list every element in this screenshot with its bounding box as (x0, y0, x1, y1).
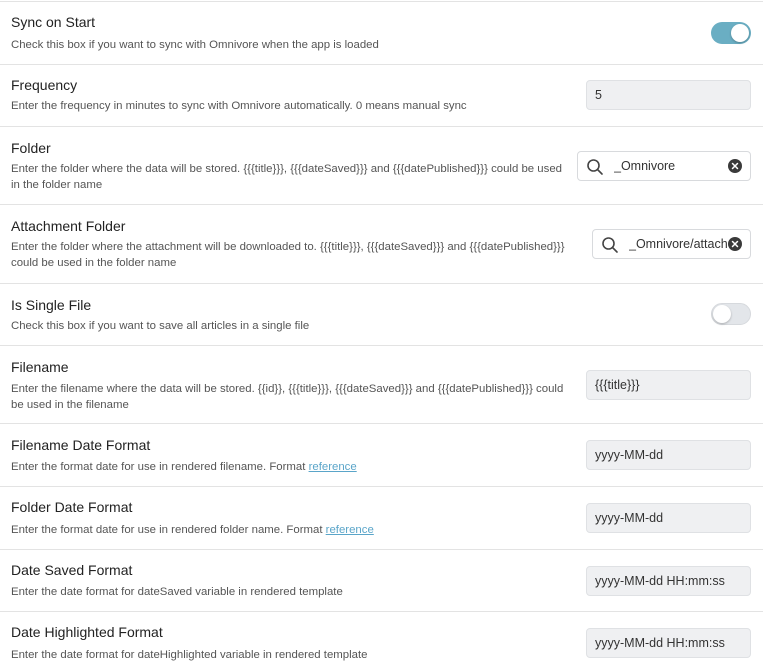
sync-on-start-toggle[interactable] (711, 22, 751, 44)
setting-filename-date-format: Filename Date Format Enter the format da… (0, 424, 763, 487)
settings-panel: Sync on Start Check this box if you want… (0, 0, 763, 671)
setting-sync-on-start: Sync on Start Check this box if you want… (0, 2, 763, 65)
setting-name: Folder Date Format (11, 499, 133, 515)
setting-name: Attachment Folder (11, 218, 126, 234)
reference-link[interactable]: reference (309, 461, 357, 473)
search-icon (602, 237, 618, 253)
setting-description: Enter the folder where the data will be … (11, 163, 562, 191)
setting-description: Enter the format date for use in rendere… (11, 459, 566, 475)
setting-frequency: Frequency Enter the frequency in minutes… (0, 65, 763, 127)
setting-description: Enter the date format for dateHighlighte… (11, 649, 368, 661)
filename-date-format-input[interactable]: yyyy-MM-dd (586, 440, 751, 470)
setting-folder: Folder Enter the folder where the data w… (0, 127, 763, 205)
setting-description: Check this box if you want to save all a… (11, 320, 310, 332)
setting-description: Enter the frequency in minutes to sync w… (11, 100, 467, 112)
folder-date-format-input[interactable]: yyyy-MM-dd (586, 503, 751, 533)
date-saved-format-input[interactable]: yyyy-MM-dd HH:mm:ss (586, 566, 751, 596)
setting-name: Folder (11, 140, 51, 156)
toggle-knob (713, 305, 731, 323)
setting-name: Filename (11, 359, 69, 375)
setting-name: Frequency (11, 77, 78, 93)
setting-description: Check this box if you want to sync with … (11, 39, 379, 51)
frequency-input[interactable]: 5 (586, 80, 751, 110)
setting-description: Enter the date format for dateSaved vari… (11, 586, 343, 598)
filename-input[interactable]: {{{title}}} (586, 370, 751, 400)
setting-folder-date-format: Folder Date Format Enter the format date… (0, 487, 763, 550)
reference-link[interactable]: reference (326, 524, 374, 536)
setting-name: Date Highlighted Format (11, 624, 163, 640)
attachment-folder-value: _Omnivore/attachments (629, 237, 728, 251)
folder-value: _Omnivore (614, 159, 676, 173)
setting-description: Enter the filename where the data will b… (11, 383, 564, 411)
search-icon (587, 159, 603, 175)
date-highlighted-format-input[interactable]: yyyy-MM-dd HH:mm:ss (586, 628, 751, 658)
description-text: Enter the format date for use in rendere… (11, 461, 309, 473)
folder-search-input[interactable]: _Omnivore (577, 151, 751, 181)
setting-date-saved-format: Date Saved Format Enter the date format … (0, 550, 763, 612)
toggle-knob (731, 24, 749, 42)
description-text: Enter the format date for use in rendere… (11, 524, 326, 536)
setting-attachment-folder: Attachment Folder Enter the folder where… (0, 205, 763, 284)
setting-description: Enter the format date for use in rendere… (11, 522, 566, 538)
is-single-file-toggle[interactable] (711, 303, 751, 325)
setting-date-highlighted-format: Date Highlighted Format Enter the date f… (0, 612, 763, 671)
setting-name: Is Single File (11, 297, 92, 313)
setting-name: Date Saved Format (11, 562, 133, 578)
setting-is-single-file: Is Single File Check this box if you wan… (0, 284, 763, 346)
clear-icon[interactable] (728, 237, 742, 251)
setting-filename: Filename Enter the filename where the da… (0, 346, 763, 424)
setting-description: Enter the folder where the attachment wi… (11, 241, 565, 269)
setting-name: Sync on Start (11, 14, 96, 30)
setting-name: Filename Date Format (11, 437, 151, 453)
attachment-folder-search-input[interactable]: _Omnivore/attachments (592, 229, 751, 259)
clear-icon[interactable] (728, 159, 742, 173)
